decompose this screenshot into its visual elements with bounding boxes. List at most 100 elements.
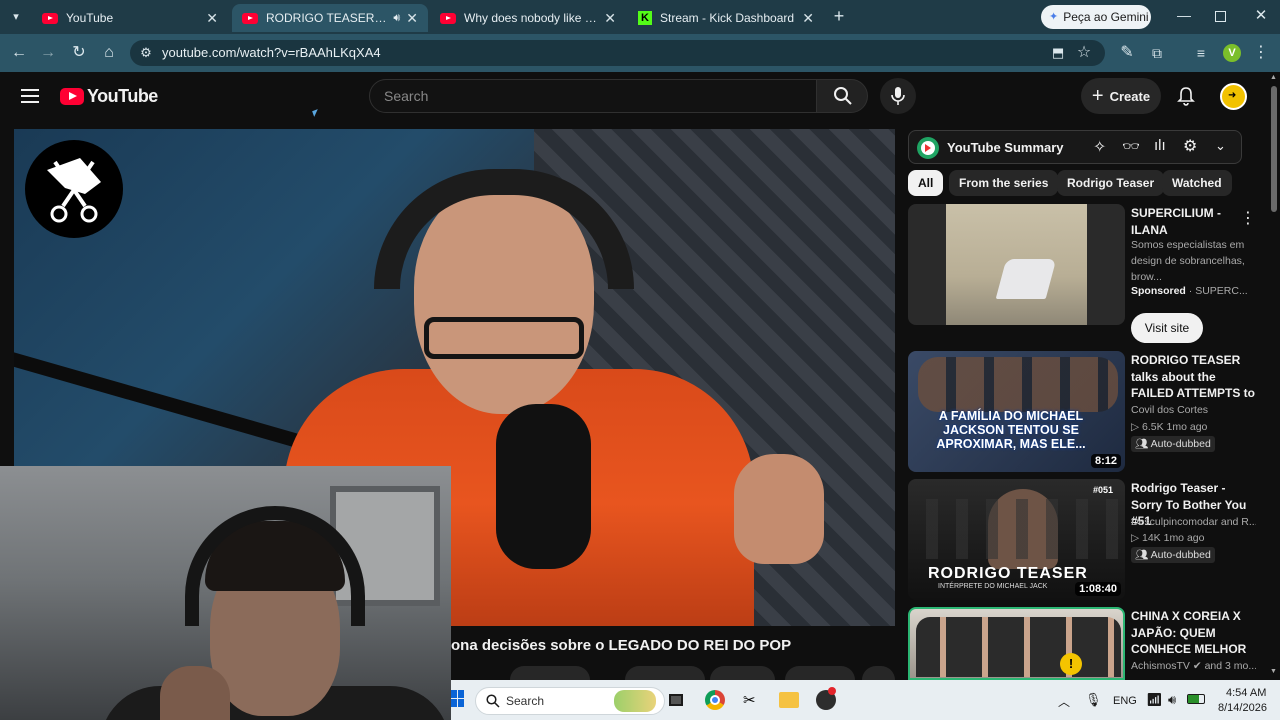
tab-why-nobody-likes[interactable]: Why does nobody like the Black ✕	[430, 4, 626, 32]
auto-dubbed-badge: 👥︎ Auto-dubbed	[1131, 436, 1215, 452]
account-avatar[interactable]: ➜	[1220, 83, 1247, 110]
taskbar-search-box[interactable]: Search	[475, 687, 665, 715]
tab-search-dropdown-icon[interactable]: ▾	[8, 9, 24, 25]
glasses-icon[interactable]: 👓︎	[1122, 138, 1140, 155]
badge-label: Auto-dubbed	[1150, 438, 1211, 450]
video-channel[interactable]: Covil dos Cortes	[1131, 402, 1256, 418]
minimize-window-button[interactable]: —	[1176, 8, 1192, 24]
like-button[interactable]	[510, 666, 590, 680]
video-thumbnail-supercilium[interactable]	[908, 204, 1125, 325]
video-channel[interactable]: AchismosTV	[1131, 660, 1190, 672]
task-view-icon[interactable]	[669, 694, 683, 706]
battery-icon[interactable]	[1187, 694, 1205, 704]
close-tab-icon[interactable]: ✕	[604, 10, 616, 27]
clock-time[interactable]: 4:54 AM	[1226, 687, 1266, 699]
file-explorer-icon[interactable]	[779, 692, 799, 708]
youtube-logo[interactable]: YouTube	[60, 86, 158, 107]
video-thumbnail-sorry-to-bother-you[interactable]: #051 RODRIGO TEASER INTÉRPRETE DO MICHAE…	[908, 479, 1125, 600]
search-button[interactable]	[816, 79, 868, 113]
ai-sparkle-icon[interactable]: ✧	[1093, 137, 1106, 157]
clock-date[interactable]: 8/14/2026	[1218, 702, 1267, 714]
profile-avatar[interactable]: V	[1223, 44, 1241, 62]
youtube-summary-panel[interactable]: YouTube Summary ✧ 👓︎ ılı ⚙ ⌄	[908, 130, 1242, 164]
settings-gear-icon[interactable]: ⚙	[1183, 136, 1197, 156]
ad-description: Somos especialistas em design de sobranc…	[1131, 239, 1245, 283]
pen-extension-icon[interactable]: ✎	[1117, 43, 1137, 63]
hamburger-menu-icon[interactable]	[21, 89, 39, 103]
obs-taskbar-icon[interactable]	[816, 687, 836, 710]
video-thumbnail-china-coreia-japao[interactable]: !	[908, 607, 1125, 680]
channel-watermark-logo	[25, 140, 123, 238]
video-channel[interactable]: Desculpincomodar and R...	[1131, 514, 1256, 530]
share-button[interactable]	[625, 666, 705, 680]
plus-icon: +	[1091, 85, 1104, 107]
restore-window-button[interactable]	[1215, 11, 1226, 22]
webcam-overlay	[0, 466, 451, 720]
thumb-name-caption: RODRIGO TEASER	[928, 565, 1088, 582]
search-input[interactable]: Search	[369, 79, 817, 113]
search-placeholder: Search	[384, 88, 429, 104]
bookmark-star-icon[interactable]: ☆	[1074, 43, 1094, 63]
install-app-icon[interactable]: ⬒	[1048, 43, 1068, 63]
scrollbar-thumb[interactable]	[1271, 86, 1277, 212]
thumb-episode-tag: #051	[1092, 485, 1113, 495]
extensions-puzzle-icon[interactable]: ⧉	[1147, 43, 1167, 63]
site-info-icon[interactable]: ⚙	[136, 43, 156, 63]
gemini-button[interactable]: ✦ Peça ao Gemini	[1041, 5, 1151, 29]
more-options-icon[interactable]: ⋮	[1240, 208, 1256, 228]
wifi-icon[interactable]: 📶︎	[1146, 692, 1163, 708]
more-actions-button[interactable]	[862, 666, 895, 680]
chip-from-the-series[interactable]: From the series	[949, 170, 1059, 196]
audio-waveform-icon[interactable]: ılı	[1154, 137, 1166, 154]
url-text[interactable]: youtube.com/watch?v=rBAAhLKqXA4	[162, 45, 381, 60]
visit-site-button[interactable]: Visit site	[1131, 313, 1203, 343]
tab-title: YouTube	[66, 11, 114, 25]
save-button[interactable]	[785, 666, 855, 680]
tab-kick-dashboard[interactable]: K Stream - Kick Dashboard ✕	[628, 4, 824, 32]
new-tab-button[interactable]: +	[830, 7, 848, 25]
scroll-up-arrow-icon[interactable]: ▲	[1270, 74, 1277, 81]
microphone-icon	[891, 87, 905, 105]
chip-rodrigo-teaser[interactable]: Rodrigo Teaser	[1057, 170, 1165, 196]
scroll-down-arrow-icon[interactable]: ▼	[1270, 668, 1277, 675]
sponsored-label: Sponsored	[1131, 285, 1186, 297]
chrome-taskbar-icon[interactable]	[705, 690, 725, 710]
host-glasses	[424, 317, 584, 359]
close-window-button[interactable]: ✕	[1253, 8, 1269, 24]
reload-icon[interactable]: ↻	[69, 43, 89, 63]
chip-all[interactable]: All	[908, 170, 944, 196]
video-title[interactable]: SUPERCILIUM - ILANA	[1131, 205, 1256, 238]
close-tab-icon[interactable]: ✕	[802, 10, 814, 27]
close-tab-icon[interactable]: ✕	[206, 10, 218, 27]
chevron-down-icon[interactable]: ⌄	[1215, 138, 1226, 154]
download-button[interactable]	[710, 666, 775, 680]
volume-icon[interactable]: 🔊︎	[1168, 692, 1176, 708]
capcut-taskbar-icon[interactable]: ✂	[743, 691, 756, 709]
create-button[interactable]: + Create	[1081, 78, 1161, 114]
notifications-bell-icon[interactable]	[1176, 86, 1196, 106]
video-thumbnail-failed-attempts[interactable]: A FAMÍLIA DO MICHAEL JACKSON TENTOU SE A…	[908, 351, 1125, 472]
video-title[interactable]: RODRIGO TEASER talks about the FAILED AT…	[1131, 352, 1256, 402]
home-icon[interactable]: ⌂	[99, 43, 119, 63]
channel-suffix: and 3 mo...	[1204, 660, 1256, 672]
tray-microphone-icon[interactable]: 🎙︎	[1085, 692, 1102, 708]
tray-overflow-chevron-icon[interactable]: ︿	[1058, 693, 1070, 710]
language-indicator[interactable]: ENG	[1113, 695, 1137, 707]
browser-menu-icon[interactable]: ⋮	[1251, 43, 1271, 63]
chip-watched[interactable]: Watched	[1162, 170, 1232, 196]
video-title[interactable]: CHINA X COREIA X JAPÃO: QUEM CONHECE MEL…	[1131, 608, 1256, 658]
forward-arrow-icon[interactable]: →	[38, 43, 58, 63]
avatar-arrow-icon: ➜	[1228, 90, 1237, 101]
windows-start-icon[interactable]	[451, 690, 465, 708]
speaker-icon[interactable]: 🔊︎	[393, 12, 400, 25]
dubbing-icon: 👥︎	[1135, 438, 1151, 450]
close-tab-icon[interactable]: ✕	[406, 10, 418, 27]
back-arrow-icon[interactable]: ←	[9, 43, 29, 63]
ad-sponsor-line: Sponsored · SUPERC...	[1131, 285, 1248, 297]
tab-youtube[interactable]: YouTube ✕	[32, 4, 228, 32]
tab-rodrigo-teaser[interactable]: RODRIGO TEASER (COVER 🔊︎ ✕	[232, 4, 428, 32]
search-icon	[834, 87, 852, 105]
voice-search-button[interactable]	[880, 78, 916, 114]
media-controls-icon[interactable]: ≡	[1191, 43, 1211, 63]
views-and-age: 14K 1mo ago	[1142, 532, 1205, 544]
